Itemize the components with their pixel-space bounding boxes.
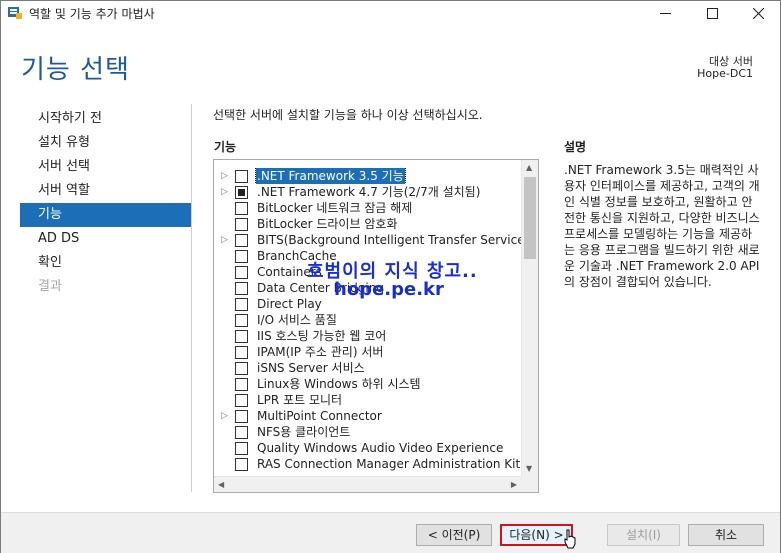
feature-row[interactable]: LPR 포트 모니터 xyxy=(214,392,521,408)
feature-label: BITS(Background Intelligent Transfer Ser… xyxy=(257,233,521,247)
feature-row[interactable]: Quality Windows Audio Video Experience xyxy=(214,440,521,456)
feature-checkbox[interactable] xyxy=(235,410,248,423)
feature-checkbox[interactable] xyxy=(235,234,248,247)
feature-label: .NET Framework 4.7 기능(2/7개 설치됨) xyxy=(257,185,481,199)
nav-item-before-you-begin[interactable]: 시작하기 전 xyxy=(20,107,191,131)
feature-checkbox[interactable] xyxy=(235,314,248,327)
feature-row[interactable]: ▷ MultiPoint Connector xyxy=(214,408,521,424)
mouse-cursor-icon xyxy=(564,529,576,549)
minimize-icon xyxy=(659,12,671,14)
feature-label: BitLocker 드라이브 암호화 xyxy=(257,217,398,231)
feature-label: RAS Connection Manager Administration Ki… xyxy=(257,457,521,471)
watermark-line2: hope.pe.kr xyxy=(334,279,444,300)
close-icon xyxy=(752,7,764,19)
maximize-button[interactable] xyxy=(689,1,735,25)
feature-checkbox[interactable] xyxy=(235,426,248,439)
scroll-right-icon[interactable]: ▶ xyxy=(511,480,517,489)
description-heading: 설명 xyxy=(564,140,587,154)
expand-arrow-icon[interactable]: ▷ xyxy=(221,171,229,181)
title-bar[interactable]: 역할 및 기능 추가 마법사 xyxy=(1,1,780,25)
feature-row[interactable]: ▷ .NET Framework 4.7 기능(2/7개 설치됨) xyxy=(214,184,521,200)
instruction-text: 선택한 서버에 설치할 기능을 하나 이상 선택하십시오. xyxy=(213,108,483,122)
feature-row[interactable]: ▷ BITS(Background Intelligent Transfer Se… xyxy=(214,232,521,248)
install-button: 설치(I) xyxy=(607,524,680,546)
previous-button[interactable]: < 이전(P) xyxy=(416,524,492,546)
nav-item-installation-type[interactable]: 설치 유형 xyxy=(20,131,191,155)
feature-checkbox[interactable] xyxy=(235,186,248,199)
feature-label: iSNS Server 서비스 xyxy=(257,361,365,375)
feature-row[interactable]: ▷ .NET Framework 3.5 기능 xyxy=(214,168,521,184)
feature-label: I/O 서비스 품질 xyxy=(257,313,337,327)
scroll-corner xyxy=(521,476,538,492)
feature-label: IPAM(IP 주소 관리) 서버 xyxy=(257,345,384,359)
feature-row[interactable]: BitLocker 네트워크 잠금 해제 xyxy=(214,200,521,216)
feature-label: Quality Windows Audio Video Experience xyxy=(257,441,504,455)
feature-row[interactable]: I/O 서비스 품질 xyxy=(214,312,521,328)
feature-checkbox[interactable] xyxy=(235,330,248,343)
nav-divider xyxy=(191,104,192,492)
feature-row[interactable]: NFS용 클라이언트 xyxy=(214,424,521,440)
feature-checkbox[interactable] xyxy=(235,362,248,375)
features-list[interactable]: ▷ .NET Framework 3.5 기능 ▷ .NET Framework 4.… xyxy=(213,159,539,493)
feature-label: IIS 호스팅 가능한 웹 코어 xyxy=(257,329,387,343)
scroll-thumb[interactable] xyxy=(524,177,536,259)
description-text: .NET Framework 3.5는 매력적인 사용자 인터페이스를 제공하고… xyxy=(564,163,760,289)
feature-row[interactable]: IIS 호스팅 가능한 웹 코어 xyxy=(214,328,521,344)
server-manager-icon xyxy=(8,7,22,19)
feature-row[interactable]: RAS Connection Manager Administration Ki… xyxy=(214,456,521,472)
wizard-window: 역할 및 기능 추가 마법사 기능 선택 대상 서버 Hope-DC1 시작하기… xyxy=(0,0,781,553)
feature-checkbox[interactable] xyxy=(235,266,248,279)
scroll-down-icon[interactable]: ▼ xyxy=(526,464,532,473)
footer-bar: < 이전(P) 다음(N) > 설치(I) 취소 xyxy=(1,513,780,553)
nav-item-ad-ds[interactable]: AD DS xyxy=(20,227,191,251)
feature-checkbox[interactable] xyxy=(235,346,248,359)
feature-checkbox[interactable] xyxy=(235,250,248,263)
scroll-left-icon[interactable]: ◀ xyxy=(218,480,224,489)
nav-item-results: 결과 xyxy=(38,279,62,294)
cancel-button[interactable]: 취소 xyxy=(688,524,764,546)
horizontal-scrollbar[interactable]: ◀ ▶ xyxy=(214,476,521,492)
feature-label: NFS용 클라이언트 xyxy=(257,425,351,439)
maximize-icon xyxy=(706,7,718,19)
feature-row[interactable]: BitLocker 드라이브 암호화 xyxy=(214,216,521,232)
feature-label: Direct Play xyxy=(257,297,322,311)
scroll-up-icon[interactable]: ▲ xyxy=(526,163,532,172)
feature-checkbox[interactable] xyxy=(235,394,248,407)
feature-checkbox[interactable] xyxy=(235,298,248,311)
features-list-rows: ▷ .NET Framework 3.5 기능 ▷ .NET Framework 4.… xyxy=(214,168,521,472)
feature-label: LPR 포트 모니터 xyxy=(257,393,343,407)
feature-checkbox[interactable] xyxy=(235,378,248,391)
minimize-button[interactable] xyxy=(642,1,688,25)
target-server-name: Hope-DC1 xyxy=(697,67,753,80)
feature-row[interactable]: IPAM(IP 주소 관리) 서버 xyxy=(214,344,521,360)
feature-checkbox[interactable] xyxy=(235,282,248,295)
feature-label: MultiPoint Connector xyxy=(257,409,382,423)
feature-label: BitLocker 네트워크 잠금 해제 xyxy=(257,201,413,215)
feature-label: Linux용 Windows 하위 시스템 xyxy=(257,377,421,391)
feature-checkbox[interactable] xyxy=(235,442,248,455)
nav-item-features[interactable]: 기능 xyxy=(20,203,191,227)
feature-row[interactable]: iSNS Server 서비스 xyxy=(214,360,521,376)
expand-arrow-icon[interactable]: ▷ xyxy=(221,235,229,245)
nav-item-server-selection[interactable]: 서버 선택 xyxy=(20,155,191,179)
expand-arrow-icon[interactable]: ▷ xyxy=(221,187,229,197)
feature-label: .NET Framework 3.5 기능 xyxy=(255,168,406,184)
feature-checkbox[interactable] xyxy=(235,170,248,183)
feature-checkbox[interactable] xyxy=(235,202,248,215)
expand-arrow-icon[interactable]: ▷ xyxy=(221,411,229,421)
feature-checkbox[interactable] xyxy=(235,218,248,231)
vertical-scrollbar[interactable]: ▲ ▼ xyxy=(521,160,538,476)
wizard-nav: 시작하기 전 설치 유형 서버 선택 서버 역할 기능 AD DS 확인 결과 xyxy=(20,107,191,299)
feature-checkbox[interactable] xyxy=(235,458,248,471)
nav-item-confirmation[interactable]: 확인 xyxy=(20,251,191,275)
nav-item-server-roles[interactable]: 서버 역할 xyxy=(20,179,191,203)
window-title: 역할 및 기능 추가 마법사 xyxy=(29,7,155,21)
close-button[interactable] xyxy=(735,1,781,25)
page-title: 기능 선택 xyxy=(21,55,130,85)
feature-row[interactable]: Linux용 Windows 하위 시스템 xyxy=(214,376,521,392)
features-heading: 기능 xyxy=(214,140,237,154)
